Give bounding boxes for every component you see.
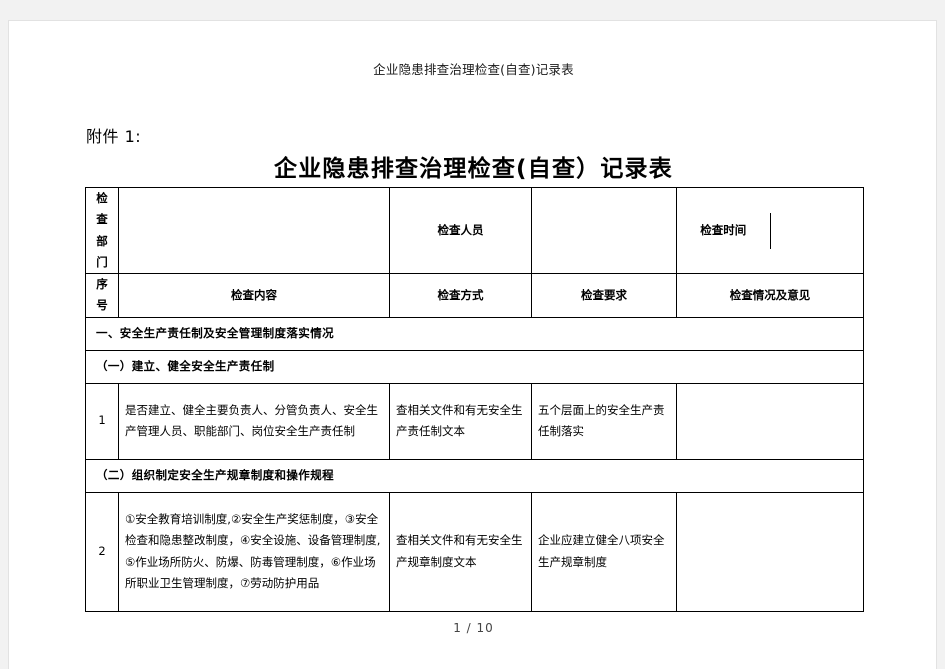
column-header-requirement: 检查要求 — [531, 273, 677, 318]
running-header: 企业隐患排查治理检查(自查)记录表 — [373, 62, 574, 77]
row-result[interactable] — [676, 382, 864, 460]
attachment-label: 附件 1: — [86, 127, 142, 146]
department-value-cell[interactable] — [118, 186, 390, 275]
time-label-and-value-cell: 检查时间 — [676, 186, 864, 275]
row-method: 查相关文件和有无安全生产规章制度文本 — [389, 491, 532, 612]
column-header-result: 检查情况及意见 — [676, 273, 864, 318]
row-number: 2 — [85, 491, 119, 612]
table-row: 2 ①安全教育培训制度,②安全生产奖惩制度，③安全检查和隐患整改制度，④安全设施… — [85, 491, 864, 612]
inspector-value-cell[interactable] — [531, 186, 677, 275]
row-requirement: 五个层面上的安全生产责任制落实 — [531, 382, 677, 460]
inspector-label-cell: 检查人员 — [389, 186, 532, 275]
subsection-heading-1-1: （一）建立、健全安全生产责任制 — [85, 349, 864, 384]
subsection-heading-row: （二）组织制定安全生产规章制度和操作规程 — [85, 458, 864, 493]
time-label-cell: 检查时间 — [677, 212, 771, 249]
section-heading-1: 一、安全生产责任制及安全管理制度落实情况 — [85, 316, 864, 351]
time-value-cell[interactable] — [770, 213, 863, 249]
inspection-table-container: 检查部门 检查人员 检查时间 序号 检查内容 检查方式 检查要求 检查情况及意见… — [85, 186, 864, 612]
document-page: 企业隐患排查治理检查(自查)记录表 附件 1: 企业隐患排查治理检查(自查）记录… — [8, 20, 937, 669]
row-method: 查相关文件和有无安全生产责任制文本 — [389, 382, 532, 460]
page-number-footer: 1 / 10 — [453, 621, 494, 635]
subsection-heading-1-2: （二）组织制定安全生产规章制度和操作规程 — [85, 458, 864, 493]
department-label-cell: 检查部门 — [85, 186, 119, 275]
column-header-method: 检查方式 — [389, 273, 532, 318]
row-number: 1 — [85, 382, 119, 460]
row-requirement: 企业应建立健全八项安全生产规章制度 — [531, 491, 677, 612]
table-meta-row: 检查部门 检查人员 检查时间 — [85, 186, 864, 275]
page-title: 企业隐患排查治理检查(自查）记录表 — [274, 156, 673, 182]
subsection-heading-row: （一）建立、健全安全生产责任制 — [85, 349, 864, 384]
row-result[interactable] — [676, 491, 864, 612]
row-item-content: 是否建立、健全主要负责人、分管负责人、安全生产管理人员、职能部门、岗位安全生产责… — [118, 382, 390, 460]
table-row: 1 是否建立、健全主要负责人、分管负责人、安全生产管理人员、职能部门、岗位安全生… — [85, 382, 864, 460]
column-header-num: 序号 — [85, 273, 119, 318]
row-item-content: ①安全教育培训制度,②安全生产奖惩制度，③安全检查和隐患整改制度，④安全设施、设… — [118, 491, 390, 612]
inspection-record-table: 检查部门 检查人员 检查时间 序号 检查内容 检查方式 检查要求 检查情况及意见… — [85, 186, 864, 612]
section-heading-row: 一、安全生产责任制及安全管理制度落实情况 — [85, 316, 864, 351]
column-header-item: 检查内容 — [118, 273, 390, 318]
table-column-header-row: 序号 检查内容 检查方式 检查要求 检查情况及意见 — [85, 273, 864, 318]
